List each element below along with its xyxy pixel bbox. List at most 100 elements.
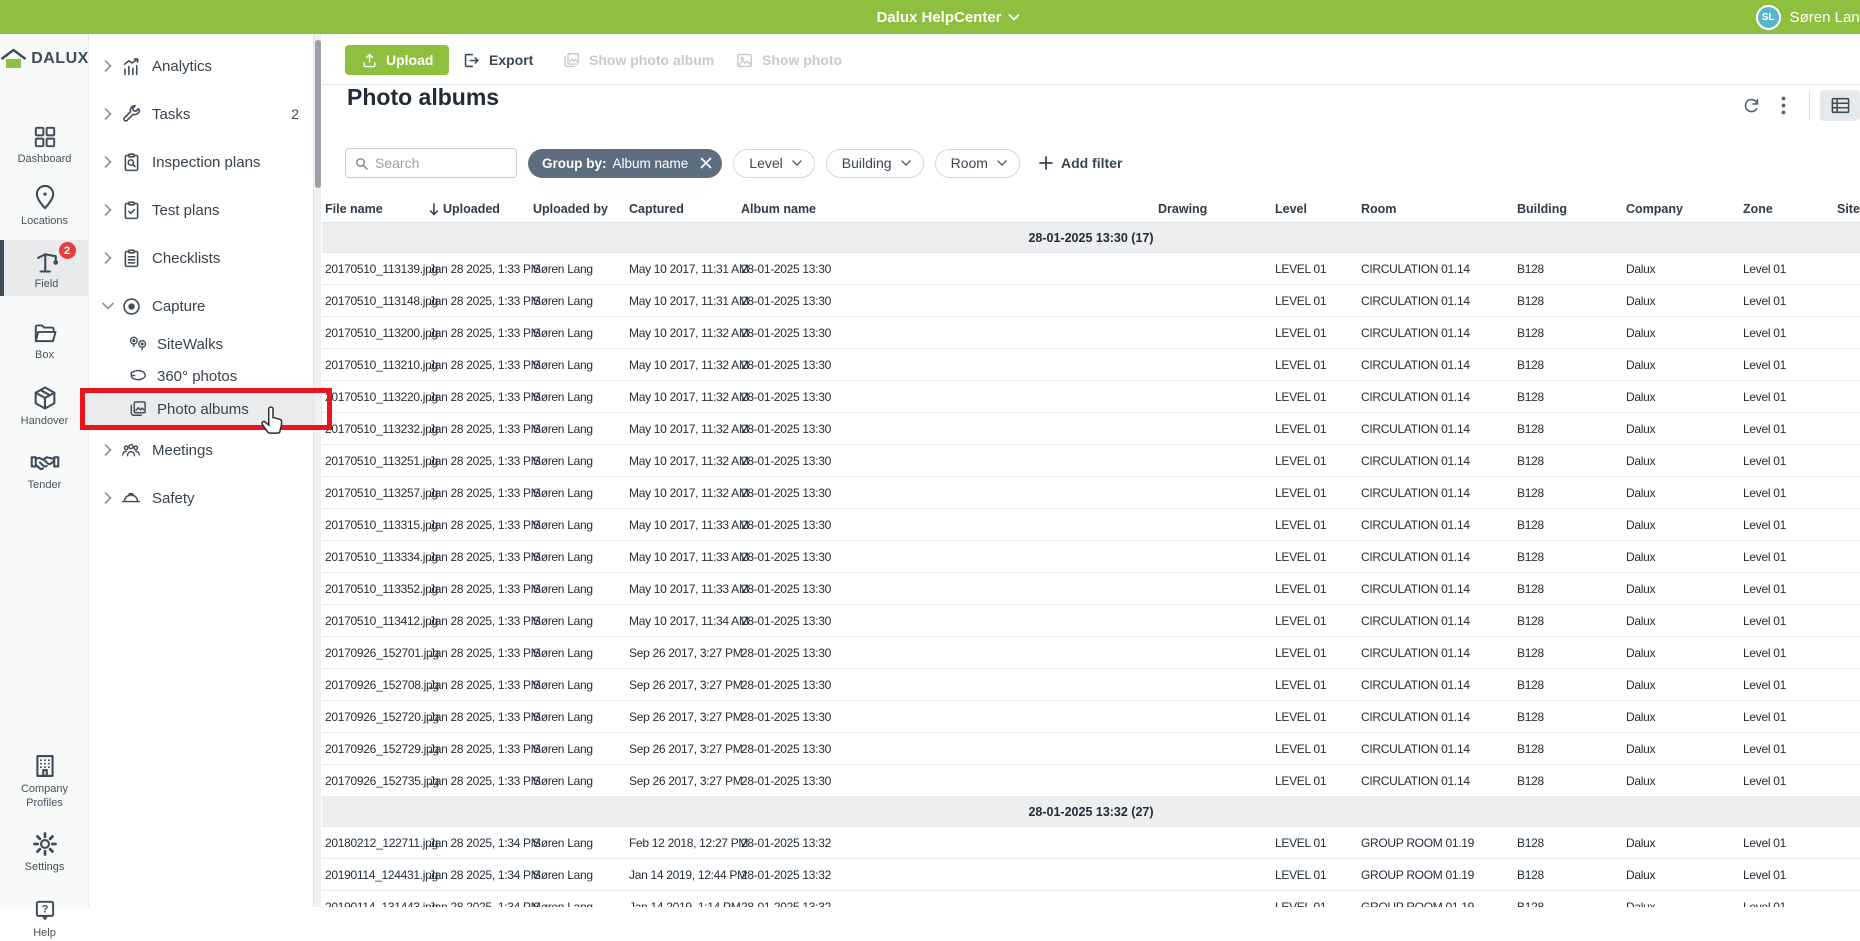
search-box[interactable] xyxy=(345,148,517,178)
table-cell: Level 01 xyxy=(1743,358,1837,372)
sidebar-item-test-plans[interactable]: Test plans xyxy=(89,192,313,228)
table-row[interactable]: 20190114_131443.jpgJan 28 2025, 1:34 PMS… xyxy=(322,891,1860,907)
table-row[interactable]: 20170510_113334.jpgJan 28 2025, 1:33 PMS… xyxy=(322,541,1860,573)
view-mode-button[interactable] xyxy=(1820,90,1860,121)
upload-button[interactable]: Upload xyxy=(345,45,449,75)
column-header-sitewalk[interactable]: SiteWalk xyxy=(1837,202,1860,216)
wrench-icon xyxy=(119,104,143,125)
table-row[interactable]: 20170926_152708.jpgJan 28 2025, 1:33 PMS… xyxy=(322,669,1860,701)
tasks-count: 2 xyxy=(291,106,299,122)
table-cell: Jan 28 2025, 1:33 PM xyxy=(429,390,533,404)
sidebar-item-analytics[interactable]: Analytics xyxy=(89,48,313,84)
search-input[interactable] xyxy=(375,155,505,171)
table-cell: 20180212_122711.jpg xyxy=(325,836,429,850)
show-photo-button[interactable]: Show photo xyxy=(735,45,842,75)
table-row[interactable]: 20170926_152701.jpgJan 28 2025, 1:33 PMS… xyxy=(322,637,1860,669)
sidebar-item-tasks[interactable]: Tasks 2 xyxy=(89,96,313,132)
scrollbar-thumb[interactable] xyxy=(315,40,321,188)
table-row[interactable]: 20170926_152729.jpgJan 28 2025, 1:33 PMS… xyxy=(322,733,1860,765)
table-row[interactable]: 20170510_113210.jpgJan 28 2025, 1:33 PMS… xyxy=(322,349,1860,381)
rail-label: Help xyxy=(33,927,56,941)
rail-item-company-profiles[interactable]: Company Profiles xyxy=(0,752,89,811)
column-header-uploaded[interactable]: Uploaded xyxy=(429,202,533,216)
table-row[interactable]: 20170510_113148.jpgJan 28 2025, 1:33 PMS… xyxy=(322,285,1860,317)
column-header-level[interactable]: Level xyxy=(1275,202,1361,216)
table-cell: Jan 28 2025, 1:33 PM xyxy=(429,294,533,308)
rail-item-help[interactable]: ? Help xyxy=(0,898,89,941)
table-cell: B128 xyxy=(1517,358,1626,372)
building-filter-dropdown[interactable]: Building xyxy=(826,149,924,178)
table-row[interactable]: 20170510_113220.jpgJan 28 2025, 1:33 PMS… xyxy=(322,381,1860,413)
rail-item-tender[interactable]: Tender xyxy=(0,450,89,493)
rail-item-locations[interactable]: Locations xyxy=(0,182,89,229)
filter-bar: Group by: Album name Level Building Room… xyxy=(345,148,1122,178)
column-header-drawing[interactable]: Drawing xyxy=(1158,202,1275,216)
column-header-file-name[interactable]: File name xyxy=(325,202,429,216)
table-cell: B128 xyxy=(1517,900,1626,908)
level-filter-dropdown[interactable]: Level xyxy=(733,149,814,178)
sidebar-item-capture[interactable]: Capture xyxy=(89,288,313,324)
more-options-button[interactable] xyxy=(1767,91,1799,121)
table-cell: Søren Lang xyxy=(533,518,629,532)
table-row[interactable]: 20170510_113232.jpgJan 28 2025, 1:33 PMS… xyxy=(322,413,1860,445)
table-row[interactable]: 20170510_113412.jpgJan 28 2025, 1:33 PMS… xyxy=(322,605,1860,637)
sidebar-item-checklists[interactable]: Checklists xyxy=(89,240,313,276)
table-cell: May 10 2017, 11:32 AM xyxy=(629,326,741,340)
column-header-uploaded-by[interactable]: Uploaded by xyxy=(533,202,629,216)
user-menu[interactable]: SL Søren Lang xyxy=(1756,0,1860,34)
rotate-360-icon xyxy=(127,366,149,386)
folder-icon xyxy=(31,320,59,346)
table-cell: May 10 2017, 11:32 AM xyxy=(629,390,741,404)
table-row[interactable]: 20170926_152720.jpgJan 28 2025, 1:33 PMS… xyxy=(322,701,1860,733)
group-header-row[interactable]: 28-01-2025 13:32 (27) xyxy=(322,797,1860,827)
table-row[interactable]: 20170510_113315.jpgJan 28 2025, 1:33 PMS… xyxy=(322,509,1860,541)
table-row[interactable]: 20190114_124431.jpgJan 28 2025, 1:34 PMS… xyxy=(322,859,1860,891)
table-row[interactable]: 20180212_122711.jpgJan 28 2025, 1:34 PMS… xyxy=(322,827,1860,859)
column-header-room[interactable]: Room xyxy=(1361,202,1517,216)
refresh-button[interactable] xyxy=(1735,91,1767,121)
close-icon[interactable] xyxy=(700,157,712,169)
dalux-logo[interactable]: DALUX xyxy=(0,48,89,70)
table-row[interactable]: 20170510_113200.jpgJan 28 2025, 1:33 PMS… xyxy=(322,317,1860,349)
table-row[interactable]: 20170926_152735.jpgJan 28 2025, 1:33 PMS… xyxy=(322,765,1860,797)
table-cell: Søren Lang xyxy=(533,358,629,372)
rail-item-dashboard[interactable]: Dashboard xyxy=(0,124,89,167)
show-photo-album-button[interactable]: Show photo album xyxy=(562,45,714,75)
sidebar-item-360-photos[interactable]: 360° photos xyxy=(89,360,313,392)
rail-item-box[interactable]: Box xyxy=(0,320,89,363)
sidebar-label: Capture xyxy=(152,298,205,315)
show-photo-label: Show photo xyxy=(762,52,842,68)
column-header-company[interactable]: Company xyxy=(1626,202,1743,216)
rail-item-handover[interactable]: Handover xyxy=(0,384,89,429)
logo-text: DALUX xyxy=(31,50,89,68)
kebab-menu-icon xyxy=(1781,96,1786,115)
rail-item-field[interactable]: 2 Field xyxy=(0,240,89,296)
room-filter-dropdown[interactable]: Room xyxy=(935,149,1020,178)
sidebar-item-photo-albums[interactable]: Photo albums xyxy=(89,393,313,425)
sidebar-item-inspection-plans[interactable]: Inspection plans xyxy=(89,144,313,180)
group-by-chip[interactable]: Group by: Album name xyxy=(528,149,722,178)
column-header-building[interactable]: Building xyxy=(1517,202,1626,216)
rail-item-settings[interactable]: Settings xyxy=(0,830,89,875)
column-header-zone[interactable]: Zone xyxy=(1743,202,1837,216)
sidebar-item-sitewalks[interactable]: SiteWalks xyxy=(89,328,313,360)
vertical-scrollbar[interactable] xyxy=(313,34,321,907)
sidebar-item-safety[interactable]: Safety xyxy=(89,480,313,516)
export-button[interactable]: Export xyxy=(462,45,533,75)
table-row[interactable]: 20170510_113257.jpgJan 28 2025, 1:33 PMS… xyxy=(322,477,1860,509)
group-header-row[interactable]: 28-01-2025 13:30 (17) xyxy=(322,223,1860,253)
sidebar-item-meetings[interactable]: Meetings xyxy=(89,432,313,468)
table-row[interactable]: 20170510_113352.jpgJan 28 2025, 1:33 PMS… xyxy=(322,573,1860,605)
column-header-album-name[interactable]: Album name xyxy=(741,202,1158,216)
table-cell: Jan 28 2025, 1:33 PM xyxy=(429,358,533,372)
table-cell: May 10 2017, 11:31 AM xyxy=(629,294,741,308)
table-cell: May 10 2017, 11:32 AM xyxy=(629,358,741,372)
add-filter-button[interactable]: Add filter xyxy=(1039,155,1122,171)
module-sidebar: Analytics Tasks 2 Inspection plans Test … xyxy=(89,34,313,907)
chevron-down-icon xyxy=(97,302,119,310)
column-header-captured[interactable]: Captured xyxy=(629,202,741,216)
table-row[interactable]: 20170510_113251.jpgJan 28 2025, 1:33 PMS… xyxy=(322,445,1860,477)
table-cell: Level 01 xyxy=(1743,486,1837,500)
table-row[interactable]: 20170510_113139.jpgJan 28 2025, 1:33 PMS… xyxy=(322,253,1860,285)
app-title-menu[interactable]: Dalux HelpCenter xyxy=(876,0,1019,34)
